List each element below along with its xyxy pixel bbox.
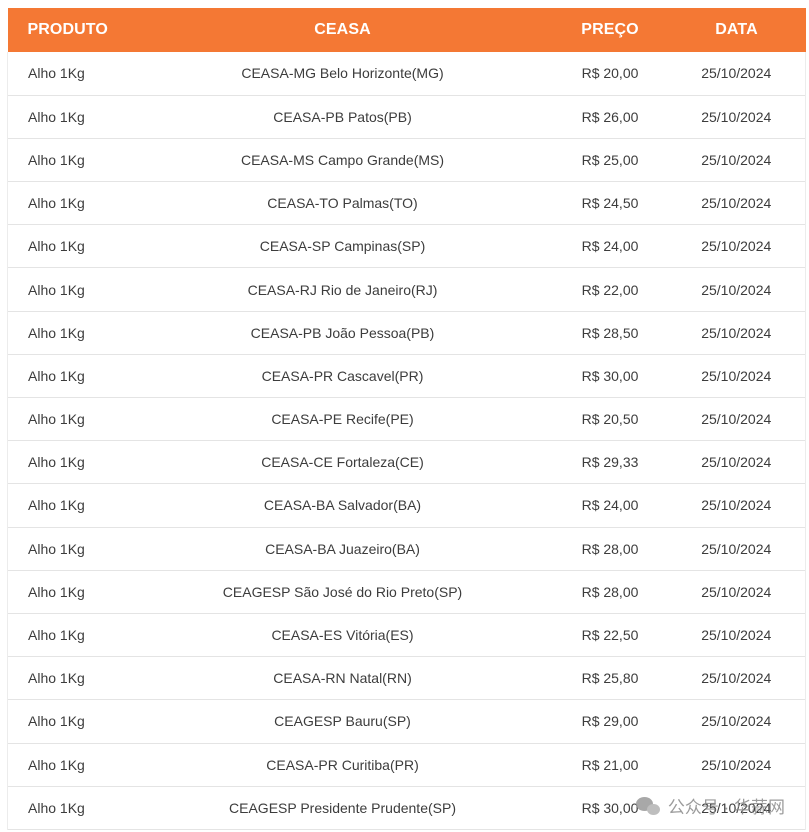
cell-preco: R$ 24,00 (581, 497, 639, 514)
table-body: Alho 1Kg CEASA-MG Belo Horizonte(MG) R$ 20… (7, 52, 806, 830)
cell-ceasa: CEASA-RN Natal(RN) (273, 670, 412, 687)
table-row: Alho 1Kg CEASA-RJ Rio de Janeiro(RJ) R$ 22… (7, 267, 806, 312)
table-row: Alho 1Kg CEAGESP São José do Rio Preto(SP… (7, 570, 806, 614)
table-row: Alho 1Kg CEASA-PR Cascavel(PR) R$ 30,00 25/… (7, 354, 806, 398)
cell-produto: Alho 1Kg (7, 138, 133, 182)
cell-ceasa: CEASA-MS Campo Grande(MS) (240, 151, 445, 168)
cell-ceasa: CEASA-SP Campinas(SP) (259, 238, 426, 255)
cell-data: 25/10/2024 (667, 267, 806, 312)
cell-data: 25/10/2024 (667, 397, 806, 441)
cell-produto: Alho 1Kg (7, 397, 133, 441)
cell-produto: Alho 1Kg (7, 354, 133, 398)
cell-data: 25/10/2024 (667, 95, 806, 139)
cell-data: 25/10/2024 (667, 181, 806, 225)
cell-data: 25/10/2024 (667, 138, 806, 182)
cell-produto: Alho 1Kg (7, 95, 133, 139)
cell-ceasa: CEASA-BA Juazeiro(BA) (265, 540, 420, 557)
cell-produto: Alho 1Kg (7, 570, 133, 614)
cell-preco: R$ 25,80 (581, 670, 639, 687)
table-header: PRODUTO CEASA PREÇO DATA (7, 8, 806, 52)
table-row: Alho 1Kg CEASA-RN Natal(RN) R$ 25,80 25/10/… (7, 656, 806, 700)
table-row: Alho 1Kg CEASA-BA Salvador(BA) R$ 24,00 25/… (7, 483, 806, 528)
cell-preco: R$ 28,50 (581, 324, 639, 341)
cell-preco: R$ 20,50 (581, 411, 639, 428)
cell-preco: R$ 28,00 (581, 583, 639, 600)
cell-produto: Alho 1Kg (7, 699, 133, 743)
cell-preco: R$ 20,00 (581, 65, 639, 82)
cell-produto: Alho 1Kg (7, 656, 133, 700)
cell-preco: R$ 24,00 (581, 238, 639, 255)
table-row: Alho 1Kg CEASA-PR Curitiba(PR) R$ 21,00 25/… (7, 743, 806, 787)
cell-produto: Alho 1Kg (7, 181, 133, 225)
cell-produto: Alho 1Kg (7, 440, 133, 484)
cell-preco: R$ 21,00 (581, 756, 639, 773)
table-row: Alho 1Kg CEASA-MS Campo Grande(MS) R$ 25,0… (7, 138, 806, 182)
price-table: PRODUTO CEASA PREÇO DATA Alho 1Kg CEASA-M… (7, 8, 806, 830)
header-preco[interactable]: PREÇO (553, 8, 668, 52)
cell-ceasa: CEASA-CE Fortaleza(CE) (261, 454, 424, 471)
cell-ceasa: CEASA-PR Curitiba(PR) (266, 756, 419, 773)
cell-ceasa: CEASA-TO Palmas(TO) (267, 195, 418, 212)
cell-ceasa: CEASA-PE Recife(PE) (271, 411, 414, 428)
cell-ceasa: CEAGESP Presidente Prudente(SP) (229, 799, 456, 816)
table-row: Alho 1Kg CEASA-ES Vitória(ES) R$ 22,50 25/1… (7, 613, 806, 657)
cell-produto: Alho 1Kg (7, 527, 133, 571)
table-row: Alho 1Kg CEASA-TO Palmas(TO) R$ 24,50 25/10… (7, 181, 806, 225)
table-row: Alho 1Kg CEASA-PE Recife(PE) R$ 20,50 25/10… (7, 397, 806, 441)
cell-ceasa: CEAGESP São José do Rio Preto(SP) (222, 583, 463, 600)
header-ceasa[interactable]: CEASA (133, 8, 553, 52)
table-row: Alho 1Kg CEASA-MG Belo Horizonte(MG) R$ 20… (7, 52, 806, 96)
cell-ceasa: CEASA-PR Cascavel(PR) (261, 367, 424, 384)
cell-data: 25/10/2024 (667, 354, 806, 398)
cell-produto: Alho 1Kg (7, 613, 133, 657)
cell-data: 25/10/2024 (667, 483, 806, 528)
cell-ceasa: CEASA-RJ Rio de Janeiro(RJ) (247, 281, 438, 298)
table-row: Alho 1Kg CEAGESP Presidente Prudente(SP) R… (7, 786, 806, 830)
cell-produto: Alho 1Kg (7, 267, 133, 312)
table-row: Alho 1Kg CEAGESP Bauru(SP) R$ 29,00 25/10/2… (7, 699, 806, 743)
cell-preco: R$ 24,50 (581, 195, 639, 212)
cell-ceasa: CEASA-PB João Pessoa(PB) (250, 324, 435, 341)
cell-data: 25/10/2024 (667, 613, 806, 657)
cell-ceasa: CEASA-BA Salvador(BA) (263, 497, 422, 514)
table-row: Alho 1Kg CEASA-SP Campinas(SP) R$ 24,00 25/… (7, 224, 806, 268)
cell-preco: R$ 30,00 (581, 367, 639, 384)
cell-preco: R$ 28,00 (581, 540, 639, 557)
cell-data: 25/10/2024 (667, 311, 806, 355)
cell-preco: R$ 22,50 (581, 627, 639, 644)
cell-data: 25/10/2024 (667, 699, 806, 743)
cell-data: 25/10/2024 (667, 52, 806, 96)
cell-produto: Alho 1Kg (7, 483, 133, 528)
header-data[interactable]: DATA (668, 8, 806, 52)
cell-data: 25/10/2024 (667, 786, 806, 830)
cell-preco: R$ 29,00 (581, 713, 639, 730)
header-row: PRODUTO CEASA PREÇO DATA (7, 8, 806, 52)
cell-data: 25/10/2024 (667, 656, 806, 700)
cell-produto: Alho 1Kg (7, 786, 133, 830)
cell-produto: Alho 1Kg (7, 52, 133, 96)
price-table-container: PRODUTO CEASA PREÇO DATA Alho 1Kg CEASA-M… (7, 8, 806, 830)
table-row: Alho 1Kg CEASA-PB Patos(PB) R$ 26,00 25/10/… (7, 95, 806, 139)
table-row: Alho 1Kg CEASA-BA Juazeiro(BA) R$ 28,00 25/… (7, 527, 806, 571)
cell-ceasa: CEAGESP Bauru(SP) (274, 713, 411, 730)
table-row: Alho 1Kg CEASA-PB João Pessoa(PB) R$ 28,50… (7, 311, 806, 355)
cell-preco: R$ 29,33 (581, 454, 639, 471)
cell-produto: Alho 1Kg (7, 743, 133, 787)
cell-ceasa: CEASA-PB Patos(PB) (273, 108, 412, 125)
cell-produto: Alho 1Kg (7, 224, 133, 268)
cell-data: 25/10/2024 (667, 743, 806, 787)
header-produto[interactable]: PRODUTO (8, 8, 133, 52)
cell-preco: R$ 25,00 (581, 151, 639, 168)
cell-ceasa: CEASA-ES Vitória(ES) (271, 627, 414, 644)
cell-preco: R$ 30,00 (581, 799, 639, 816)
cell-data: 25/10/2024 (667, 440, 806, 484)
table-row: Alho 1Kg CEASA-CE Fortaleza(CE) R$ 29,33 25… (7, 440, 806, 484)
cell-preco: R$ 26,00 (581, 108, 639, 125)
cell-produto: Alho 1Kg (7, 311, 133, 355)
cell-data: 25/10/2024 (667, 570, 806, 614)
cell-preco: R$ 22,00 (581, 281, 639, 298)
cell-data: 25/10/2024 (667, 224, 806, 268)
cell-data: 25/10/2024 (667, 527, 806, 571)
cell-ceasa: CEASA-MG Belo Horizonte(MG) (241, 65, 444, 82)
